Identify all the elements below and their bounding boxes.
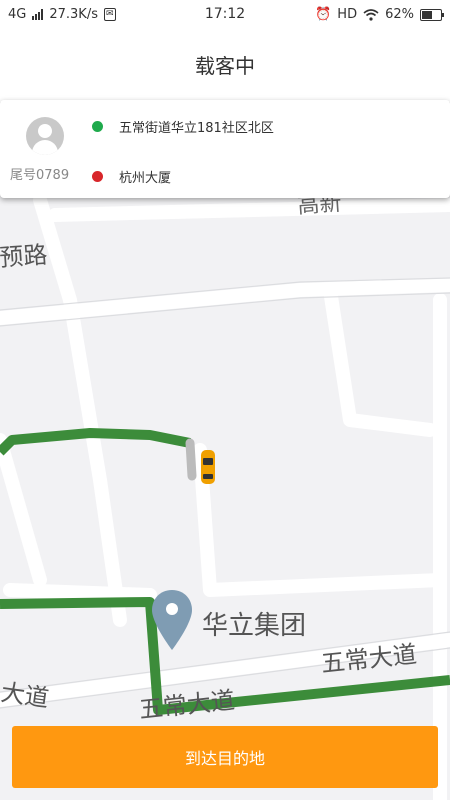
battery-percent: 62% [385, 7, 414, 22]
status-right: ⏰ HD 62% [315, 7, 444, 22]
hd-label: HD [337, 7, 358, 22]
battery-icon [420, 8, 444, 21]
poi-label: 华立集团 [202, 611, 306, 641]
road-label-left: 预路 [0, 241, 48, 272]
trip-end-row: 杭州大厦 [92, 167, 171, 186]
trip-start-row: 五常街道华立181社区北区 [92, 117, 274, 136]
end-dot-icon [92, 171, 103, 182]
car-icon [201, 450, 215, 484]
page-title: 载客中 [195, 54, 255, 78]
trip-card: 尾号0789 [0, 100, 450, 198]
map-view[interactable]: 华立集团 预路 高新 五常大道 五常大道 大道 [0, 102, 450, 800]
status-bar: 4G 27.3K/s ✉ 17:12 ⏰ HD 62% [0, 0, 450, 30]
arrive-destination-button[interactable]: 到达目的地 [12, 726, 438, 788]
wifi-icon [363, 8, 379, 21]
header: 载客中 [0, 30, 450, 103]
end-address: 杭州大厦 [119, 171, 172, 186]
start-dot-icon [92, 121, 103, 132]
map-canvas[interactable]: 华立集团 预路 高新 五常大道 五常大道 大道 [0, 102, 450, 800]
battery-fill [422, 10, 432, 19]
route-line-current [185, 438, 197, 481]
passenger-avatar-icon[interactable] [26, 117, 64, 155]
start-address: 五常街道华立181社区北区 [119, 121, 274, 136]
passenger-tail-number: 尾号0789 [10, 168, 70, 183]
alarm-icon: ⏰ [315, 7, 332, 22]
